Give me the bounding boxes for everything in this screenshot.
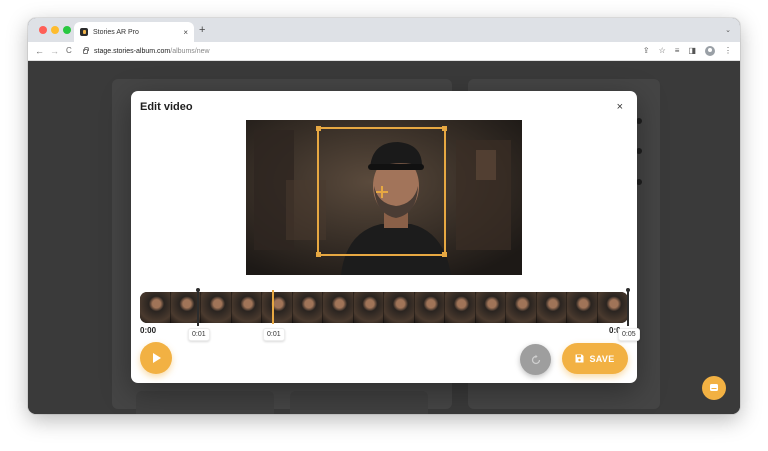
address-bar: ← → C stage.stories-album.com/albums/new… — [28, 42, 740, 61]
timeline-thumbnail — [262, 292, 293, 323]
timeline-thumbnail — [140, 292, 171, 323]
support-chat-button[interactable] — [702, 376, 726, 400]
background-card — [136, 391, 274, 414]
video-timeline[interactable] — [140, 292, 628, 323]
save-button[interactable]: SAVE — [562, 343, 628, 374]
reset-button[interactable] — [520, 344, 551, 375]
crop-handle-bottom-right[interactable] — [442, 252, 447, 257]
modal-title: Edit video — [140, 101, 193, 113]
forward-button[interactable]: → — [50, 45, 59, 57]
crop-selection[interactable] — [316, 126, 447, 257]
trim-start-time: 0:01 — [188, 328, 210, 341]
play-button[interactable] — [140, 342, 172, 374]
timeline-thumbnail — [475, 292, 506, 323]
reset-icon — [531, 354, 540, 364]
back-button[interactable]: ← — [35, 45, 44, 57]
star-icon[interactable]: ☆ — [659, 45, 666, 57]
tab-search-icon[interactable]: ⌄ — [725, 26, 731, 34]
timeline-thumbnail — [292, 292, 323, 323]
crop-handle-top-left[interactable] — [316, 126, 321, 131]
timeline-thumbnail — [506, 292, 537, 323]
trim-end-handle[interactable] — [626, 288, 630, 326]
timeline-thumbnail — [536, 292, 567, 323]
browser-toolbar: ⇪ ☆ ≡ ◨ ⋮ — [643, 45, 732, 57]
edit-video-modal: Edit video × 0:00 0:0 0:01 0:01 0:05 SAV… — [131, 91, 640, 383]
new-tab-button[interactable]: + — [199, 24, 205, 36]
chat-icon — [710, 384, 718, 391]
timeline-start-time: 0:00 — [140, 326, 157, 335]
timeline-thumbnail — [323, 292, 354, 323]
favicon-icon — [80, 28, 88, 36]
timeline-thumbnail — [231, 292, 262, 323]
minimize-window-button[interactable] — [51, 26, 59, 34]
share-icon[interactable]: ⇪ — [643, 45, 650, 57]
timeline-thumbnail — [384, 292, 415, 323]
timeline-thumbnail — [567, 292, 598, 323]
side-panel-icon[interactable]: ◨ — [688, 45, 696, 57]
close-window-button[interactable] — [39, 26, 47, 34]
floppy-disk-icon — [575, 354, 584, 363]
playhead-handle[interactable] — [272, 290, 274, 324]
browser-tab[interactable]: Stories AR Pro × — [74, 22, 194, 42]
url-domain: stage.stories-album.com — [94, 47, 171, 55]
timeline-thumbnail — [445, 292, 476, 323]
crop-handle-top-right[interactable] — [442, 126, 447, 131]
background-card — [290, 391, 428, 414]
tab-bar: Stories AR Pro × + ⌄ — [28, 18, 740, 42]
timeline-thumbnail — [201, 292, 232, 323]
trim-end-time: 0:05 — [618, 328, 640, 341]
browser-window: Stories AR Pro × + ⌄ ← → C stage.stories… — [28, 18, 740, 414]
maximize-window-button[interactable] — [63, 26, 71, 34]
timeline-thumbnail — [353, 292, 384, 323]
timeline-thumbnail — [414, 292, 445, 323]
close-icon[interactable]: × — [617, 101, 623, 113]
trim-start-handle[interactable] — [196, 288, 200, 326]
save-label: SAVE — [589, 353, 615, 364]
reading-list-icon[interactable]: ≡ — [675, 45, 680, 57]
url-path: /albums/new — [170, 47, 210, 55]
tab-close-button[interactable]: × — [183, 28, 188, 37]
timeline-thumbnail — [597, 292, 628, 323]
profile-icon[interactable] — [705, 46, 715, 56]
crop-handle-bottom-left[interactable] — [316, 252, 321, 257]
tab-title: Stories AR Pro — [93, 28, 139, 36]
video-preview[interactable] — [246, 120, 522, 275]
playhead-time: 0:01 — [263, 328, 285, 341]
url-input[interactable]: stage.stories-album.com/albums/new — [83, 44, 643, 58]
lock-icon — [83, 46, 89, 54]
crop-center-crosshair-icon[interactable] — [376, 186, 388, 198]
page-viewport: Edit video × 0:00 0:0 0:01 0:01 0:05 SAV… — [28, 61, 740, 414]
menu-icon[interactable]: ⋮ — [724, 45, 732, 57]
reload-button[interactable]: C — [66, 45, 72, 57]
